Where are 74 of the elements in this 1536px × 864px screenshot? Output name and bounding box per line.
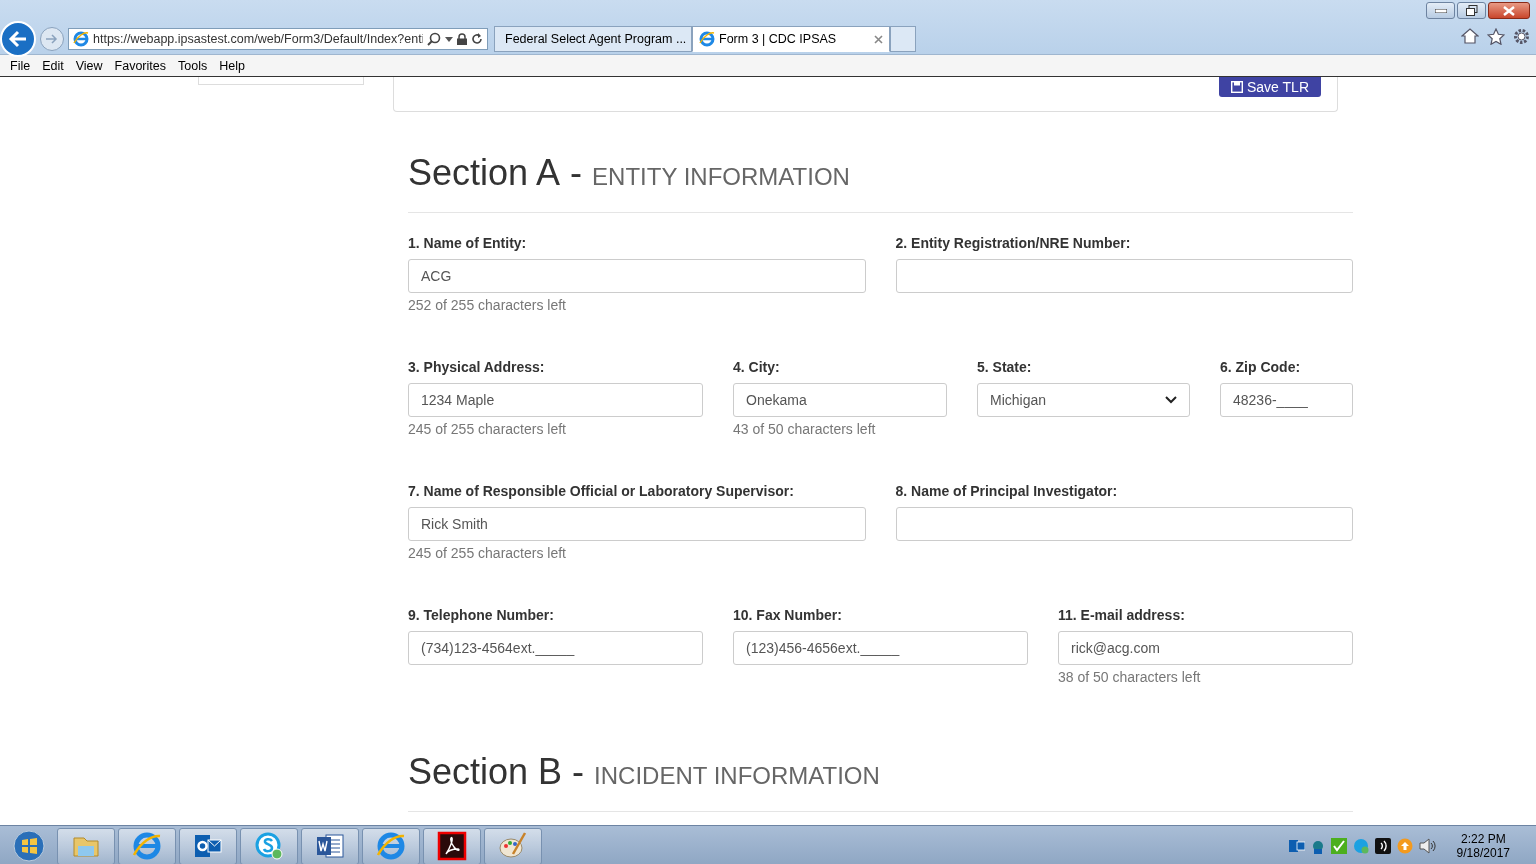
field-label: 2. Entity Registration/NRE Number: (895, 235, 1132, 251)
field-label: 4. City: (733, 359, 781, 375)
clock-date[interactable]: 9/18/2017 (1456, 846, 1510, 860)
minimize-icon (1434, 8, 1447, 13)
taskbar-button[interactable] (179, 827, 237, 864)
input-field[interactable]: Onekama (733, 383, 947, 417)
field-label: 1. Name of Entity: (408, 235, 528, 251)
browser-logo-icon (375, 830, 407, 862)
pdf-icon (436, 830, 468, 862)
input-field[interactable]: ACG (408, 259, 866, 293)
right-arrow-icon (45, 33, 59, 45)
save-button[interactable]: Save TLR (1219, 77, 1321, 97)
lock-icon (457, 33, 467, 45)
search-icon[interactable] (427, 32, 441, 46)
input-field[interactable]: 1234 Maple (408, 383, 703, 417)
field-label: 5. State: (977, 359, 1033, 375)
field-label: 8. Name of Principal Investigator: (895, 483, 1119, 499)
character-counter: 38 of 50 characters left (1058, 669, 1202, 685)
field-label: 3. Physical Address: (408, 359, 546, 375)
field-label: 7. Name of Responsible Official or Laboratory Supervisor: (408, 483, 795, 499)
taskbar-button[interactable] (423, 827, 481, 864)
menu-item[interactable]: Edit (36, 58, 70, 73)
field-label: 9. Telephone Number: (408, 607, 555, 623)
character-counter: 245 of 255 characters left (408, 545, 567, 561)
settings-icon[interactable] (1513, 28, 1530, 45)
mail-icon[interactable] (1288, 838, 1305, 854)
character-counter: 252 of 255 characters left (408, 297, 567, 313)
section-heading: Section B - INCIDENT INFORMATION (408, 731, 1353, 812)
caret-icon[interactable] (445, 36, 453, 42)
forward-button[interactable] (40, 27, 64, 51)
back-button[interactable] (0, 21, 36, 57)
speaker-icon[interactable] (1418, 838, 1437, 854)
signal-waves-icon[interactable] (1374, 838, 1391, 854)
restore-icon (1465, 5, 1478, 16)
character-counter: 43 of 50 characters left (733, 421, 877, 437)
clock-time[interactable]: 2:22 PM (1460, 832, 1506, 846)
home-icon[interactable] (1461, 28, 1479, 44)
close-button[interactable] (1488, 2, 1530, 19)
browser-logo-icon (131, 830, 163, 862)
new-tab-button[interactable] (890, 26, 916, 52)
checkmark-icon[interactable] (1330, 838, 1347, 854)
input-field[interactable] (895, 507, 1353, 541)
left-arrow-icon (8, 30, 28, 48)
section-heading: Section A - ENTITY INFORMATION (408, 112, 1353, 213)
minimize-button[interactable] (1426, 2, 1455, 19)
close-icon[interactable] (874, 34, 883, 44)
close-icon (1503, 5, 1515, 16)
field-label: 6. Zip Code: (1220, 359, 1302, 375)
input-field[interactable]: (734)123-4564ext._____ (408, 631, 703, 665)
chevron-down-icon (1165, 396, 1177, 404)
state-dropdown[interactable]: Michigan (977, 383, 1190, 417)
input-field[interactable]: 48236-____ (1220, 383, 1353, 417)
menu-item[interactable]: View (69, 58, 109, 73)
browser-tab[interactable]: Federal Select Agent Program ... (494, 26, 692, 52)
taskbar-button[interactable] (301, 827, 359, 864)
input-field[interactable]: rick@acg.com (1058, 631, 1353, 665)
menu-item[interactable]: File (4, 58, 37, 73)
browser-tab[interactable]: Form 3 | CDC IPSAS (692, 26, 890, 52)
field-label: 11. E-mail address: (1058, 607, 1186, 623)
menu-item[interactable]: Favorites (108, 58, 172, 73)
restore-button[interactable] (1457, 2, 1486, 19)
input-field[interactable]: Rick Smith (408, 507, 866, 541)
input-field[interactable]: (123)456-4656ext._____ (733, 631, 1028, 665)
browser-logo-icon (699, 31, 715, 47)
browser-logo-icon (73, 31, 89, 47)
menu-item[interactable]: Tools (172, 58, 214, 73)
star-icon[interactable] (1487, 28, 1505, 45)
start-orb-icon (13, 830, 45, 862)
character-counter: 245 of 255 characters left (408, 421, 567, 437)
input-field[interactable] (895, 259, 1353, 293)
menu-item[interactable]: Help (213, 58, 251, 73)
field-label: 10. Fax Number: (733, 607, 843, 623)
refresh-icon[interactable] (471, 33, 483, 45)
address-bar[interactable]: https://webapp.ipsastest.com/web/Form3/Default/Index?enti (68, 28, 488, 50)
